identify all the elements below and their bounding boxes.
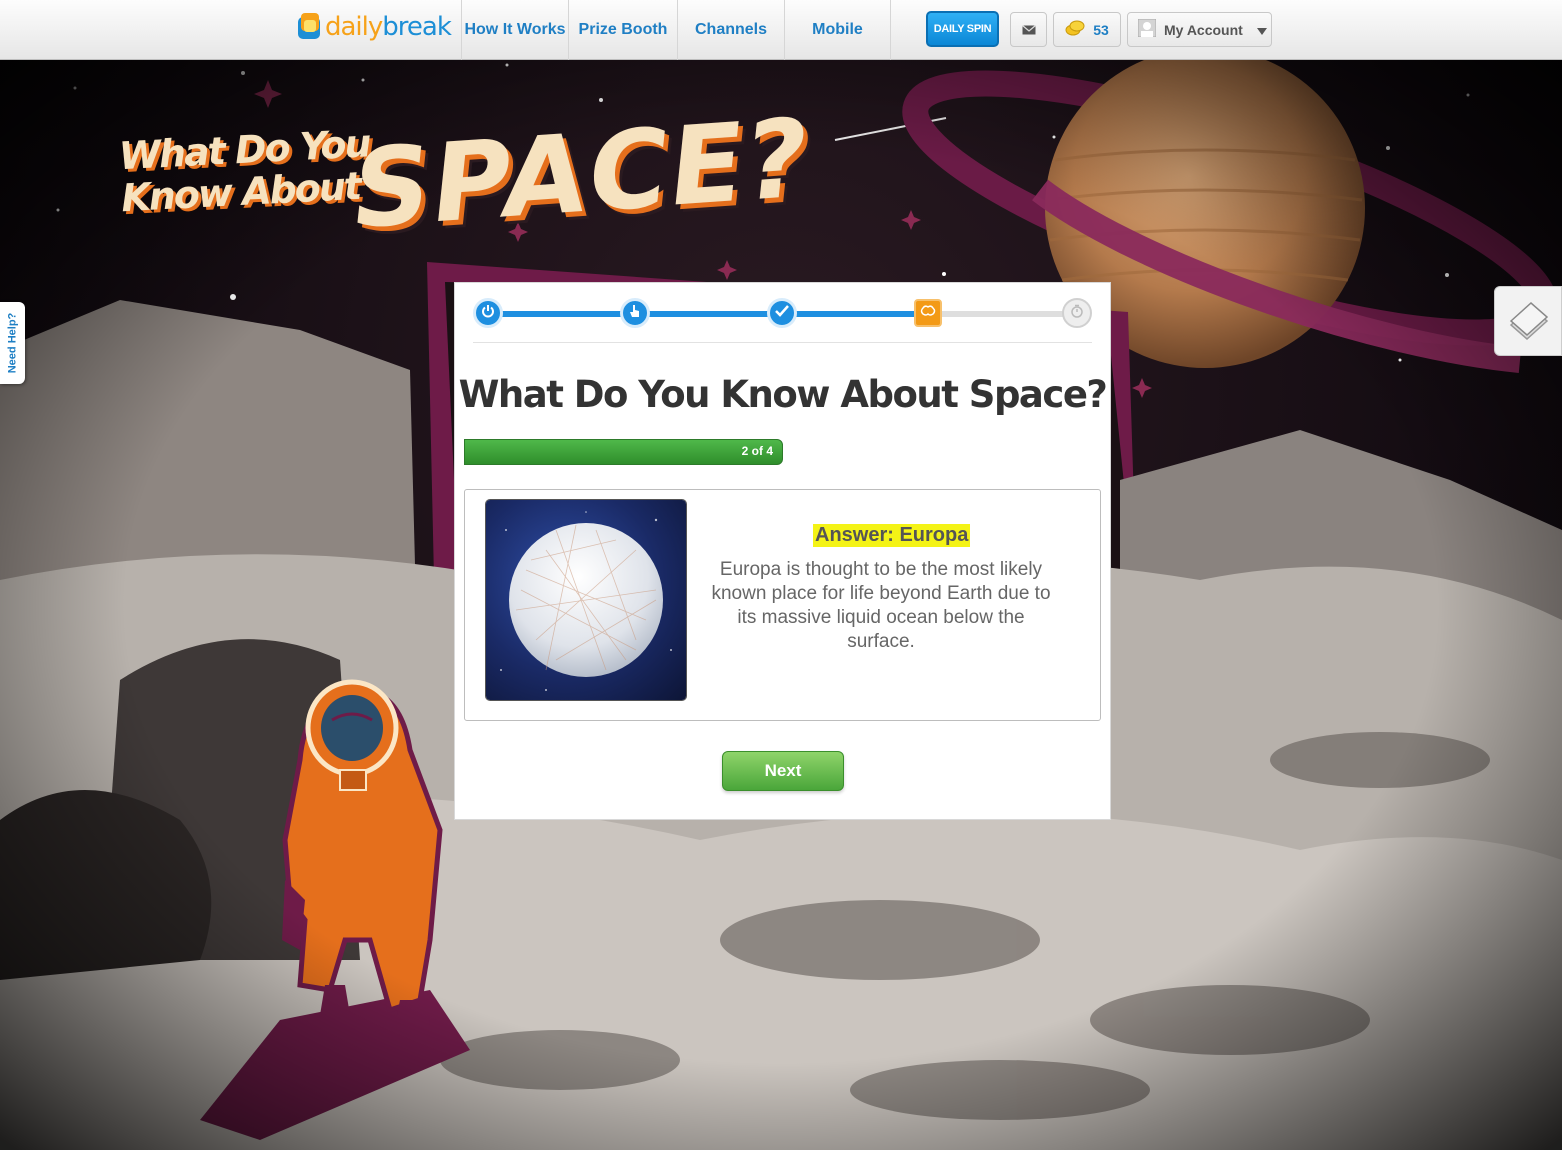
- my-account-label: My Account: [1164, 21, 1243, 38]
- scene-headline-small: What Do You Know About: [118, 121, 371, 220]
- logo-word-daily: daily: [325, 12, 383, 42]
- need-help-tab[interactable]: Need Help?: [0, 302, 25, 384]
- my-account-button[interactable]: My Account: [1127, 12, 1272, 47]
- messages-button[interactable]: [1010, 12, 1047, 47]
- mail-icon: [1021, 22, 1036, 38]
- main-nav: How It Works Prize Booth Channels Mobile: [461, 0, 891, 60]
- user-avatar-icon: [1137, 18, 1157, 40]
- nav-prize-booth[interactable]: Prize Booth: [568, 0, 677, 60]
- nav-how-it-works[interactable]: How It Works: [461, 0, 568, 60]
- answer-panel: Answer: Europa Europa is thought to be t…: [464, 489, 1101, 721]
- logo-word-break: break: [382, 12, 452, 42]
- step-timer: [1062, 298, 1092, 328]
- question-progress-label: 2 of 4: [741, 444, 773, 458]
- checkmark-icon: [775, 304, 789, 322]
- nav-channels[interactable]: Channels: [677, 0, 784, 60]
- question-progress-bar: 2 of 4: [464, 439, 783, 465]
- next-button[interactable]: Next: [722, 751, 844, 791]
- card-divider: [473, 342, 1092, 343]
- step-start: [473, 298, 503, 328]
- step-quiz-current: [914, 299, 942, 327]
- need-help-label: Need Help?: [6, 312, 19, 374]
- step-line-remaining: [928, 311, 1078, 317]
- step-select: [620, 298, 650, 328]
- coins-count: 53: [1093, 21, 1109, 38]
- notes-icon: [1507, 301, 1551, 348]
- brain-icon: [920, 304, 936, 322]
- nav-mobile[interactable]: Mobile: [784, 0, 891, 60]
- answer-explanation: Europa is thought to be the most likely …: [711, 559, 1051, 652]
- quiz-step-tracker: [473, 295, 1093, 331]
- quiz-title: What Do You Know About Space?: [458, 373, 1108, 416]
- europa-image: [486, 500, 686, 700]
- daily-spin-button[interactable]: DAILY SPIN: [926, 11, 999, 47]
- hand-pointer-icon: [629, 304, 641, 323]
- answer-label: Answer: Europa: [813, 524, 971, 547]
- power-icon: [481, 304, 495, 323]
- quiz-card: What Do You Know About Space? 2 of 4 Ans…: [454, 282, 1111, 820]
- stopwatch-icon: [1070, 304, 1084, 323]
- coins-balance-button[interactable]: 53: [1053, 12, 1121, 47]
- logo-mark-icon: [297, 11, 323, 43]
- notes-tab[interactable]: [1494, 286, 1562, 356]
- dailybreak-logo[interactable]: dailybreak: [297, 6, 452, 48]
- top-navigation-bar: dailybreak How It Works Prize Booth Chan…: [0, 0, 1562, 60]
- dropdown-arrow-icon: [1256, 22, 1267, 38]
- coins-icon: [1065, 20, 1085, 39]
- step-check: [767, 298, 797, 328]
- step-line-completed: [488, 311, 928, 317]
- logo-wordmark: dailybreak: [325, 12, 452, 42]
